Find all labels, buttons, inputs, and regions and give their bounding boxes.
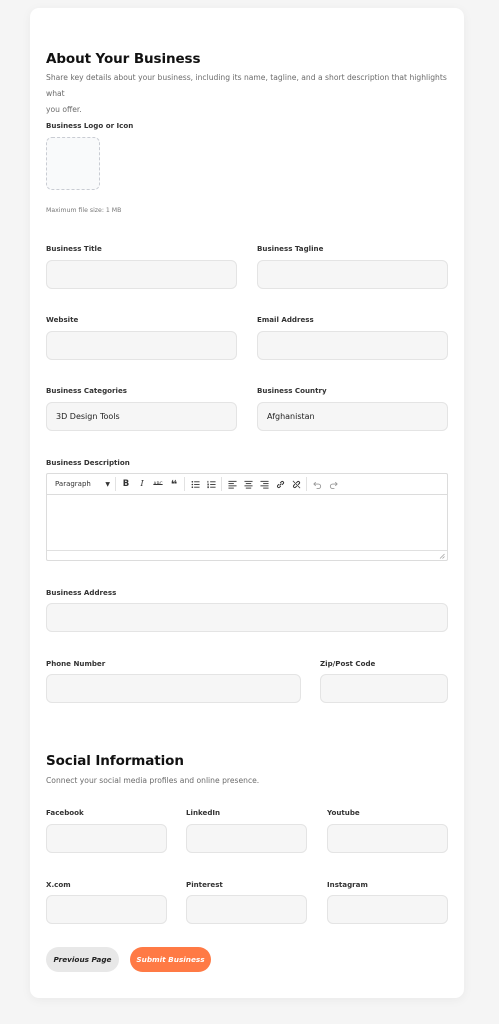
resize-handle-icon[interactable] <box>439 553 445 559</box>
email-input[interactable] <box>257 331 448 360</box>
youtube-label: Youtube <box>327 808 360 817</box>
logo-size-hint: Maximum file size: 1 MB <box>46 207 122 214</box>
address-input[interactable] <box>46 603 448 632</box>
numbered-list-icon[interactable] <box>203 476 219 492</box>
align-left-icon[interactable] <box>224 476 240 492</box>
format-select[interactable]: Paragraph ▼ <box>51 480 113 488</box>
link-icon[interactable] <box>272 476 288 492</box>
description-label: Business Description <box>46 458 130 467</box>
submit-business-button[interactable]: Submit Business <box>130 947 211 972</box>
facebook-input[interactable] <box>46 824 167 853</box>
section-description-business: Share key details about your business, i… <box>46 73 447 114</box>
phone-label: Phone Number <box>46 659 106 668</box>
toolbar-divider <box>221 477 222 491</box>
business-title-label: Business Title <box>46 244 102 253</box>
pinterest-input[interactable] <box>186 895 307 924</box>
undo-icon[interactable] <box>309 476 325 492</box>
address-label: Business Address <box>46 588 117 597</box>
align-center-icon[interactable] <box>240 476 256 492</box>
zip-label: Zip/Post Code <box>320 659 376 668</box>
youtube-input[interactable] <box>327 824 448 853</box>
form-card: About Your Business Share key details ab… <box>30 8 464 998</box>
logo-label: Business Logo or Icon <box>46 121 134 130</box>
xcom-input[interactable] <box>46 895 167 924</box>
instagram-input[interactable] <box>327 895 448 924</box>
toolbar-divider <box>184 477 185 491</box>
description-editor: Paragraph ▼ B I ABC ❝ <box>46 473 448 561</box>
email-label: Email Address <box>257 315 314 324</box>
description-textarea[interactable] <box>47 496 447 549</box>
caret-down-icon: ▼ <box>105 480 110 488</box>
toolbar-divider <box>115 477 116 491</box>
italic-icon[interactable]: I <box>134 476 150 492</box>
section-description-social: Connect your social media profiles and o… <box>46 776 260 785</box>
strikethrough-icon[interactable]: ABC <box>150 476 166 492</box>
bold-icon[interactable]: B <box>118 476 134 492</box>
instagram-label: Instagram <box>327 880 368 889</box>
align-right-icon[interactable] <box>256 476 272 492</box>
blockquote-icon[interactable]: ❝ <box>166 476 182 492</box>
country-select[interactable]: Afghanistan <box>257 402 448 431</box>
section-title-business: About Your Business <box>46 51 201 67</box>
business-tagline-label: Business Tagline <box>257 244 324 253</box>
linkedin-input[interactable] <box>186 824 307 853</box>
bullet-list-icon[interactable] <box>187 476 203 492</box>
linkedin-label: LinkedIn <box>186 808 221 817</box>
logo-upload-dropzone[interactable] <box>46 137 100 190</box>
pinterest-label: Pinterest <box>186 880 223 889</box>
categories-select[interactable]: 3D Design Tools <box>46 402 237 431</box>
categories-label: Business Categories <box>46 386 127 395</box>
xcom-label: X.com <box>46 880 71 889</box>
website-label: Website <box>46 315 79 324</box>
country-label: Business Country <box>257 386 327 395</box>
section-title-social: Social Information <box>46 753 184 769</box>
business-title-input[interactable] <box>46 260 237 289</box>
unlink-icon[interactable] <box>288 476 304 492</box>
redo-icon[interactable] <box>325 476 341 492</box>
previous-page-button[interactable]: Previous Page <box>46 947 119 972</box>
editor-statusbar <box>47 550 447 560</box>
toolbar-divider <box>306 477 307 491</box>
zip-input[interactable] <box>320 674 448 703</box>
business-tagline-input[interactable] <box>257 260 448 289</box>
editor-toolbar: Paragraph ▼ B I ABC ❝ <box>47 474 447 495</box>
phone-input[interactable] <box>46 674 301 703</box>
facebook-label: Facebook <box>46 808 84 817</box>
website-input[interactable] <box>46 331 237 360</box>
